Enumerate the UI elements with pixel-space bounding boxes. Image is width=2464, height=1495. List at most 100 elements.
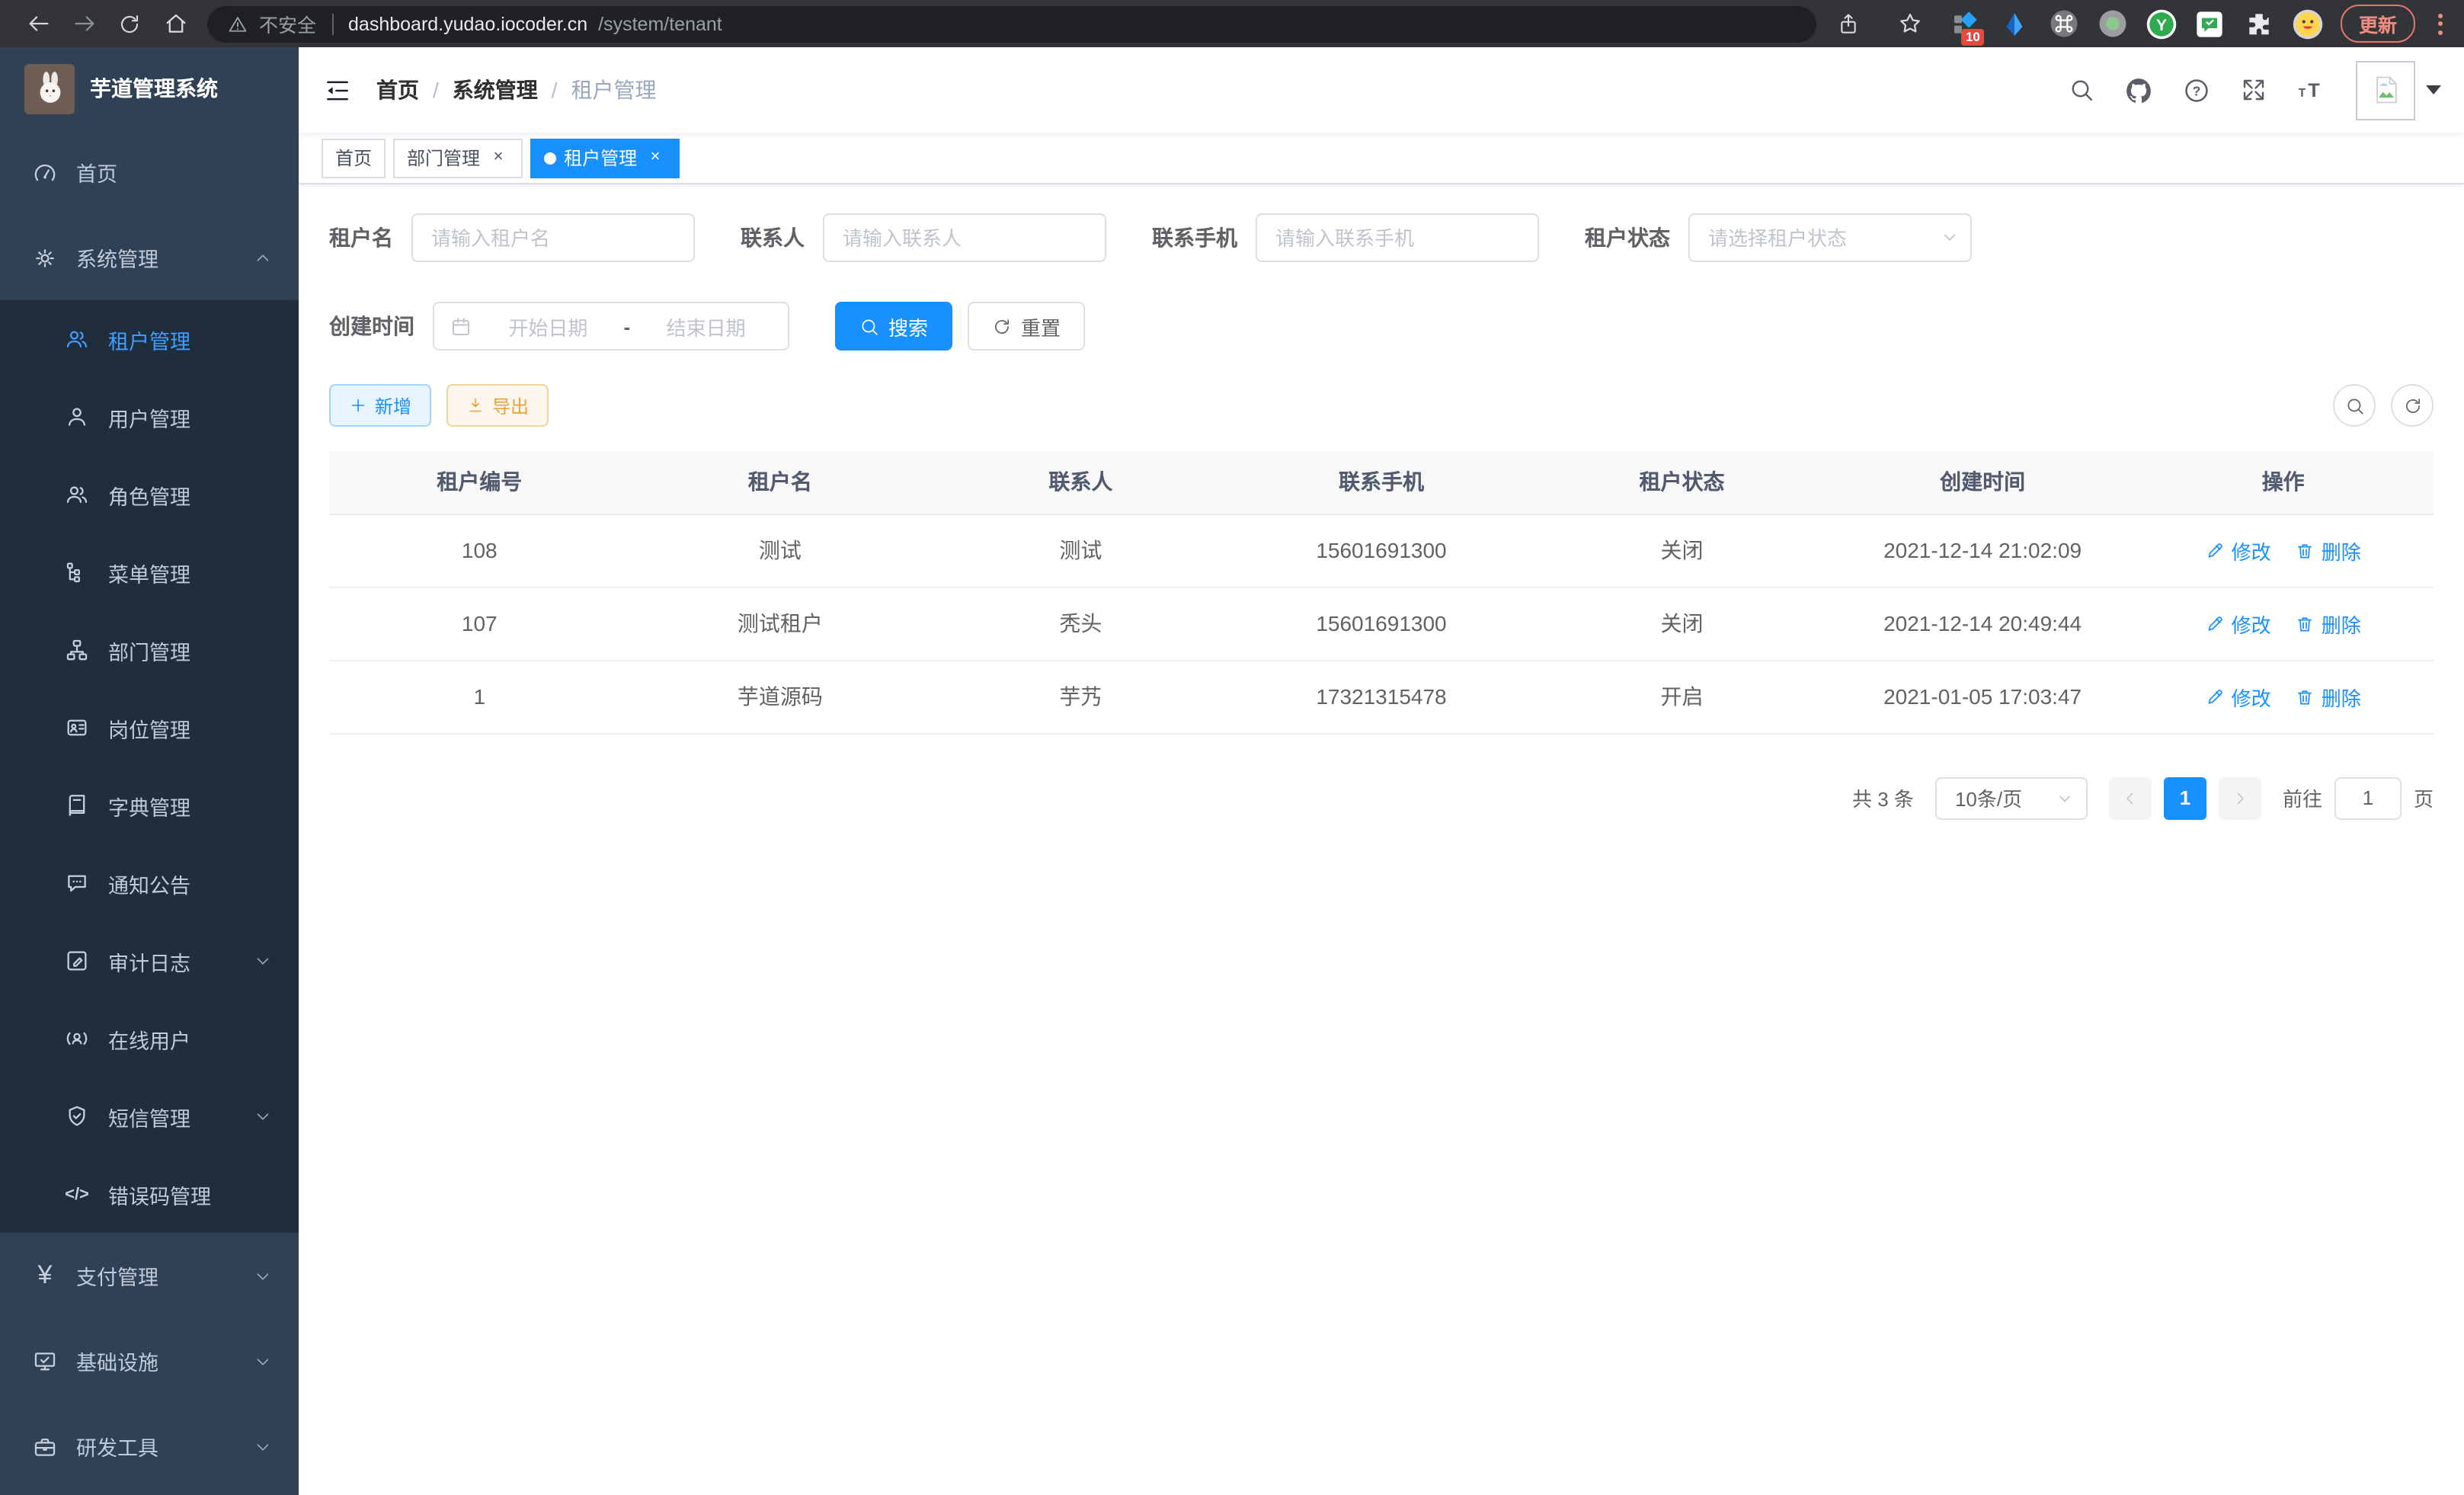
edit-button[interactable]: 修改 (2206, 609, 2271, 638)
extension-command-icon[interactable] (2048, 8, 2080, 40)
avatar[interactable] (2356, 60, 2415, 120)
sidebar: 芋道管理系统 首页系统管理租户管理用户管理角色管理菜单管理部门管理岗位管理字典管… (0, 47, 299, 1495)
fullscreen-icon[interactable] (2240, 76, 2267, 104)
status-select[interactable] (1688, 213, 1972, 262)
tag-dept-management[interactable]: 部门管理× (393, 138, 523, 178)
sidebar-item-error-code-management[interactable]: </>错误码管理 (0, 1155, 299, 1233)
bookmark-star-icon[interactable] (1888, 4, 1934, 43)
tag-tenant-management[interactable]: 租户管理 × (530, 138, 680, 178)
screen: 不安全 dashboard.yudao.iocoder.cn/system/te… (0, 0, 2464, 1495)
tenant-name-label: 租户名 (329, 222, 393, 253)
sidebar-item-infrastructure[interactable]: 基础设施 (0, 1318, 299, 1404)
table-header-row: 租户编号租户名联系人联系手机租户状态创建时间操作 (329, 451, 2434, 514)
breadcrumb-home[interactable]: 首页 (376, 75, 419, 105)
browser-update-button[interactable]: 更新 (2341, 5, 2415, 43)
breadcrumb-system[interactable]: 系统管理 (453, 75, 538, 105)
filter-contact: 联系人 (741, 213, 1106, 262)
tag-label: 租户管理 (564, 145, 637, 171)
browser-forward-icon[interactable] (61, 4, 107, 43)
sidebar-item-dict-management[interactable]: 字典管理 (0, 767, 299, 844)
date-range-picker[interactable]: 开始日期 - 结束日期 (433, 302, 789, 351)
tenant-name-input[interactable] (411, 213, 695, 262)
header-search-icon[interactable] (2068, 76, 2095, 104)
extension-chat-icon[interactable] (2194, 8, 2226, 40)
column-header: 创建时间 (1832, 451, 2133, 514)
sidebar-item-label: 系统管理 (76, 242, 158, 273)
table-toolbar: 新增 导出 (329, 384, 2434, 427)
prev-page-icon[interactable] (2109, 776, 2152, 819)
share-icon[interactable] (1826, 4, 1871, 43)
page-jumper-input[interactable] (2334, 776, 2402, 819)
sidebar-item-menu-management[interactable]: 菜单管理 (0, 533, 299, 611)
org-icon (64, 637, 90, 663)
sidebar-item-online-user[interactable]: 在线用户 (0, 1000, 299, 1077)
delete-button[interactable]: 删除 (2296, 536, 2361, 565)
pager: 1 (2109, 776, 2261, 819)
navbar: 首页 / 系统管理 / 租户管理 ? (299, 47, 2464, 133)
close-tag-icon[interactable]: × (645, 147, 666, 168)
sidebar-item-tenant-management[interactable]: 租户管理 (0, 300, 299, 378)
sidebar-item-home[interactable]: 首页 (0, 130, 299, 215)
browser-back-icon[interactable] (15, 4, 61, 43)
page-size-select[interactable]: 10条/页 (1935, 776, 2088, 819)
sidebar-item-audit-log[interactable]: 审计日志 (0, 922, 299, 1000)
extension-diamond-icon[interactable]: 10 (1950, 8, 1982, 40)
sidebar-item-post-management[interactable]: 岗位管理 (0, 689, 299, 767)
browser-home-icon[interactable] (152, 4, 198, 43)
sidebar-item-role-management[interactable]: 角色管理 (0, 456, 299, 533)
search-button[interactable]: 搜索 (835, 302, 952, 351)
extension-emoji-icon[interactable] (2292, 8, 2324, 40)
add-button-label: 新增 (375, 392, 411, 418)
next-page-icon[interactable] (2219, 776, 2261, 819)
help-icon[interactable]: ? (2182, 75, 2211, 104)
sidebar-item-pay-management[interactable]: ¥支付管理 (0, 1233, 299, 1318)
cell-name: 芋道源码 (630, 660, 931, 733)
sidebar-item-dept-management[interactable]: 部门管理 (0, 611, 299, 689)
cell-id: 108 (329, 514, 630, 587)
close-tag-icon[interactable]: × (488, 147, 509, 168)
extension-record-icon[interactable] (2097, 8, 2129, 40)
delete-button[interactable]: 删除 (2296, 682, 2361, 711)
goto-label: 前往 (2283, 783, 2322, 812)
delete-icon (2296, 540, 2315, 560)
extension-puzzle-icon[interactable] (2243, 8, 2275, 40)
sidebar-item-sms-management[interactable]: 短信管理 (0, 1077, 299, 1155)
show-search-icon[interactable] (2333, 384, 2376, 427)
edit-button[interactable]: 修改 (2206, 682, 2271, 711)
sidebar-item-system-management[interactable]: 系统管理 (0, 215, 299, 300)
sidebar-fold-icon[interactable] (323, 75, 352, 104)
contact-input[interactable] (823, 213, 1106, 262)
sidebar-item-dev-tools[interactable]: 研发工具 (0, 1404, 299, 1489)
active-tag-dot (544, 152, 556, 164)
github-icon[interactable] (2124, 75, 2153, 104)
sidebar-item-label: 错误码管理 (108, 1179, 211, 1209)
edit-button[interactable]: 修改 (2206, 536, 2271, 565)
user-icon (64, 404, 90, 430)
sidebar-item-user-management[interactable]: 用户管理 (0, 378, 299, 456)
security-warning-icon[interactable] (227, 13, 248, 34)
export-button[interactable]: 导出 (446, 384, 549, 427)
sidebar-item-notice[interactable]: 通知公告 (0, 844, 299, 922)
add-button[interactable]: 新增 (329, 384, 431, 427)
address-bar[interactable]: 不安全 dashboard.yudao.iocoder.cn/system/te… (207, 5, 1816, 42)
page-number-1[interactable]: 1 (2164, 776, 2206, 819)
status-select-input[interactable] (1688, 213, 1972, 262)
browser-menu-icon[interactable] (2432, 13, 2449, 34)
sidebar-item-label: 菜单管理 (108, 557, 190, 587)
extension-balloon-icon[interactable] (1999, 8, 2031, 40)
cell-created: 2021-12-14 20:49:44 (1832, 587, 2133, 660)
tag-home[interactable]: 首页 (322, 138, 386, 178)
refresh-table-icon[interactable] (2391, 384, 2434, 427)
cell-contact: 芋艿 (930, 660, 1231, 733)
extension-y-icon[interactable]: Y (2146, 8, 2178, 40)
reset-button[interactable]: 重置 (968, 302, 1085, 351)
search-button-label: 搜索 (888, 312, 928, 341)
mobile-input[interactable] (1256, 213, 1539, 262)
edit-button-label: 修改 (2232, 609, 2271, 638)
font-size-icon[interactable]: TT (2296, 75, 2327, 104)
delete-button[interactable]: 删除 (2296, 609, 2361, 638)
app-logo: 芋道管理系统 (0, 47, 299, 130)
avatar-caret-icon (2426, 85, 2441, 94)
user-avatar-menu[interactable] (2356, 60, 2441, 120)
browser-reload-icon[interactable] (107, 4, 152, 43)
